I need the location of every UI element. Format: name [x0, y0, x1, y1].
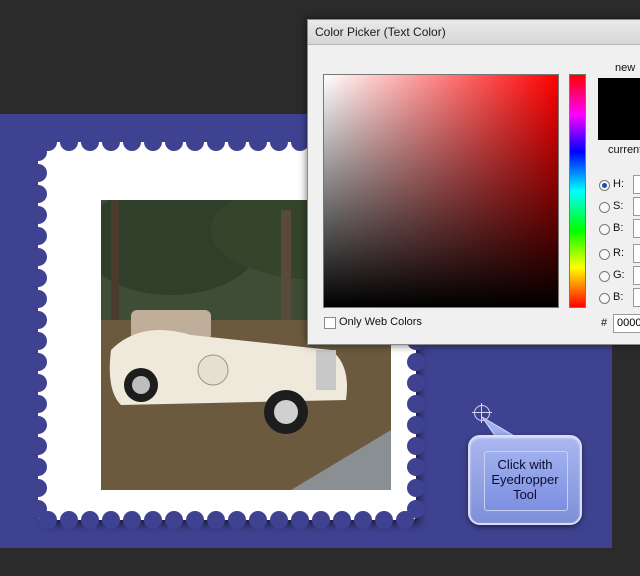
r-radio[interactable]	[599, 249, 610, 260]
stamp-scallop	[102, 511, 120, 529]
h-input[interactable]	[633, 175, 640, 194]
hex-prefix: #	[601, 317, 608, 329]
stamp-scallop	[144, 511, 162, 529]
stamp-scallop	[29, 269, 47, 287]
r-label: R:	[613, 247, 624, 259]
stamp-scallop	[333, 511, 351, 529]
stamp-scallop	[407, 458, 425, 476]
stamp-scallop	[29, 416, 47, 434]
stamp-scallop	[249, 133, 267, 151]
s-radio[interactable]	[599, 202, 610, 213]
stamp-scallop	[165, 511, 183, 529]
stamp-scallop	[186, 133, 204, 151]
stamp-scallop	[186, 511, 204, 529]
r-input[interactable]	[633, 244, 640, 263]
blue-label: B:	[613, 291, 624, 303]
stamp-scallop	[207, 133, 225, 151]
stamp-scallop	[407, 416, 425, 434]
stamp-scallop	[228, 133, 246, 151]
callout-line-3: Tool	[513, 487, 537, 502]
callout-line-2: Eyedropper	[491, 472, 559, 487]
stamp-scallop	[270, 133, 288, 151]
stamp-scallop	[407, 500, 425, 518]
stamp-scallop	[312, 511, 330, 529]
blue-input[interactable]	[633, 288, 640, 307]
stamp-scallop	[29, 500, 47, 518]
stamp-scallop	[407, 437, 425, 455]
stamp-scallop	[270, 511, 288, 529]
stamp-scallop	[29, 311, 47, 329]
g-label: G:	[613, 269, 625, 281]
stamp-scallop	[29, 353, 47, 371]
stamp-scallop	[407, 479, 425, 497]
s-input[interactable]	[633, 197, 640, 216]
stamp-scallop	[407, 374, 425, 392]
stamp-scallop	[207, 511, 225, 529]
stamp-scallop	[29, 479, 47, 497]
stamp-scallop	[102, 133, 120, 151]
stamp-scallop	[60, 511, 78, 529]
b-label: B:	[613, 222, 624, 234]
dialog-title[interactable]: Color Picker (Text Color)	[308, 20, 640, 45]
g-radio[interactable]	[599, 271, 610, 282]
b-radio[interactable]	[599, 224, 610, 235]
stamp-scallop	[407, 395, 425, 413]
stamp-scallop	[354, 511, 372, 529]
hue-slider[interactable]	[569, 74, 586, 308]
only-web-colors-label: Only Web Colors	[339, 316, 422, 328]
stamp-scallop	[375, 511, 393, 529]
new-color-label: new	[615, 62, 636, 74]
callout-text: Click with Eyedropper Tool	[470, 457, 580, 502]
stamp-scallop	[291, 511, 309, 529]
stamp-scallop	[165, 133, 183, 151]
stamp-scallop	[123, 133, 141, 151]
stamp-scallop	[29, 332, 47, 350]
stamp-scallop	[407, 353, 425, 371]
callout-line-1: Click with	[497, 457, 553, 472]
b-input[interactable]	[633, 219, 640, 238]
stamp-scallop	[81, 511, 99, 529]
s-label: S:	[613, 200, 624, 212]
new-color-swatch	[598, 78, 640, 140]
stamp-scallop	[144, 133, 162, 151]
h-label: H:	[613, 178, 624, 190]
stamp-scallop	[29, 458, 47, 476]
instruction-callout: Click with Eyedropper Tool	[468, 435, 582, 525]
h-radio[interactable]	[599, 180, 610, 191]
stamp-scallop	[29, 437, 47, 455]
stamp-scallop	[29, 290, 47, 308]
color-picker-dialog[interactable]: Color Picker (Text Color) new current H:…	[307, 19, 640, 345]
stamp-scallop	[29, 164, 47, 182]
g-input[interactable]	[633, 266, 640, 285]
blue-radio[interactable]	[599, 293, 610, 304]
only-web-colors-checkbox[interactable]	[324, 317, 336, 329]
stamp-scallop	[29, 143, 47, 161]
stamp-scallop	[29, 206, 47, 224]
stamp-scallop	[29, 227, 47, 245]
stamp-scallop	[228, 511, 246, 529]
stamp-scallop	[29, 395, 47, 413]
stamp-scallop	[249, 511, 267, 529]
hex-input[interactable]: 0000	[613, 314, 640, 333]
stamp-scallop	[60, 133, 78, 151]
stamp-scallop	[29, 374, 47, 392]
stamp-scallop	[123, 511, 141, 529]
stamp-scallop	[81, 133, 99, 151]
stamp-scallop	[29, 248, 47, 266]
saturation-brightness-field[interactable]	[323, 74, 559, 308]
current-color-label: current	[608, 144, 640, 156]
stamp-scallop	[29, 185, 47, 203]
